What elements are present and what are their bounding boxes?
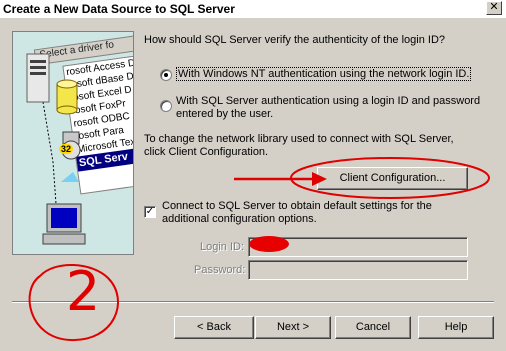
next-button-label: Next >: [276, 321, 310, 333]
dialog-window: Create a New Data Source to SQL Server ✕…: [0, 0, 506, 351]
network-info-line2: click Client Configuration.: [144, 146, 269, 158]
cancel-button[interactable]: Cancel: [335, 316, 411, 339]
help-button[interactable]: Help: [418, 316, 494, 339]
close-icon: ✕: [489, 1, 499, 13]
help-button-label: Help: [444, 321, 468, 333]
server-icon: [26, 53, 50, 103]
close-button[interactable]: ✕: [486, 1, 502, 15]
annotation-number: 2: [65, 260, 101, 323]
cancel-button-label: Cancel: [355, 321, 391, 333]
radio-windows-auth[interactable]: [160, 69, 172, 81]
next-button[interactable]: Next >: [255, 316, 331, 339]
radio-sql-auth-label-line2: entered by the user.: [176, 108, 274, 120]
connect-checkbox-label[interactable]: Connect to SQL Server to obtain default …: [162, 200, 432, 226]
connect-checkbox[interactable]: ✓: [144, 206, 156, 218]
badge-32: 32: [59, 144, 74, 154]
back-button[interactable]: < Back: [174, 316, 254, 339]
password-label: Password:: [194, 264, 246, 276]
radio-sql-auth-label-line1: With SQL Server authentication using a l…: [176, 95, 481, 107]
client-configuration-label: Client Configuration...: [339, 172, 446, 184]
network-info-line1: To change the network library used to co…: [144, 133, 454, 145]
login-id-input[interactable]: [248, 237, 468, 257]
back-button-label: < Back: [197, 321, 231, 333]
login-id-label: Login ID:: [200, 241, 245, 253]
radio-windows-auth-label[interactable]: With Windows NT authentication using the…: [176, 67, 472, 81]
connect-label-line2: additional configuration options.: [162, 213, 317, 225]
illustration-graphics: [26, 53, 86, 245]
connect-label-line1: Connect to SQL Server to obtain default …: [162, 200, 432, 212]
client-configuration-button[interactable]: Client Configuration...: [317, 167, 468, 190]
computer-icon: [42, 203, 86, 245]
checkmark-icon: ✓: [145, 206, 155, 217]
radio-sql-auth-label[interactable]: With SQL Server authentication using a l…: [176, 95, 480, 121]
radio-selected-dot: [164, 73, 168, 77]
window-title: Create a New Data Source to SQL Server: [3, 2, 235, 16]
database-icon: [56, 79, 78, 115]
password-input[interactable]: [248, 260, 468, 280]
title-bar: Create a New Data Source to SQL Server ✕: [0, 0, 506, 18]
network-library-info: To change the network library used to co…: [144, 133, 504, 159]
radio-sql-auth[interactable]: [160, 100, 172, 112]
wizard-illustration: Select a driver fo rosoft Access D rosof…: [12, 31, 134, 255]
auth-question: How should SQL Server verify the authent…: [144, 34, 446, 46]
